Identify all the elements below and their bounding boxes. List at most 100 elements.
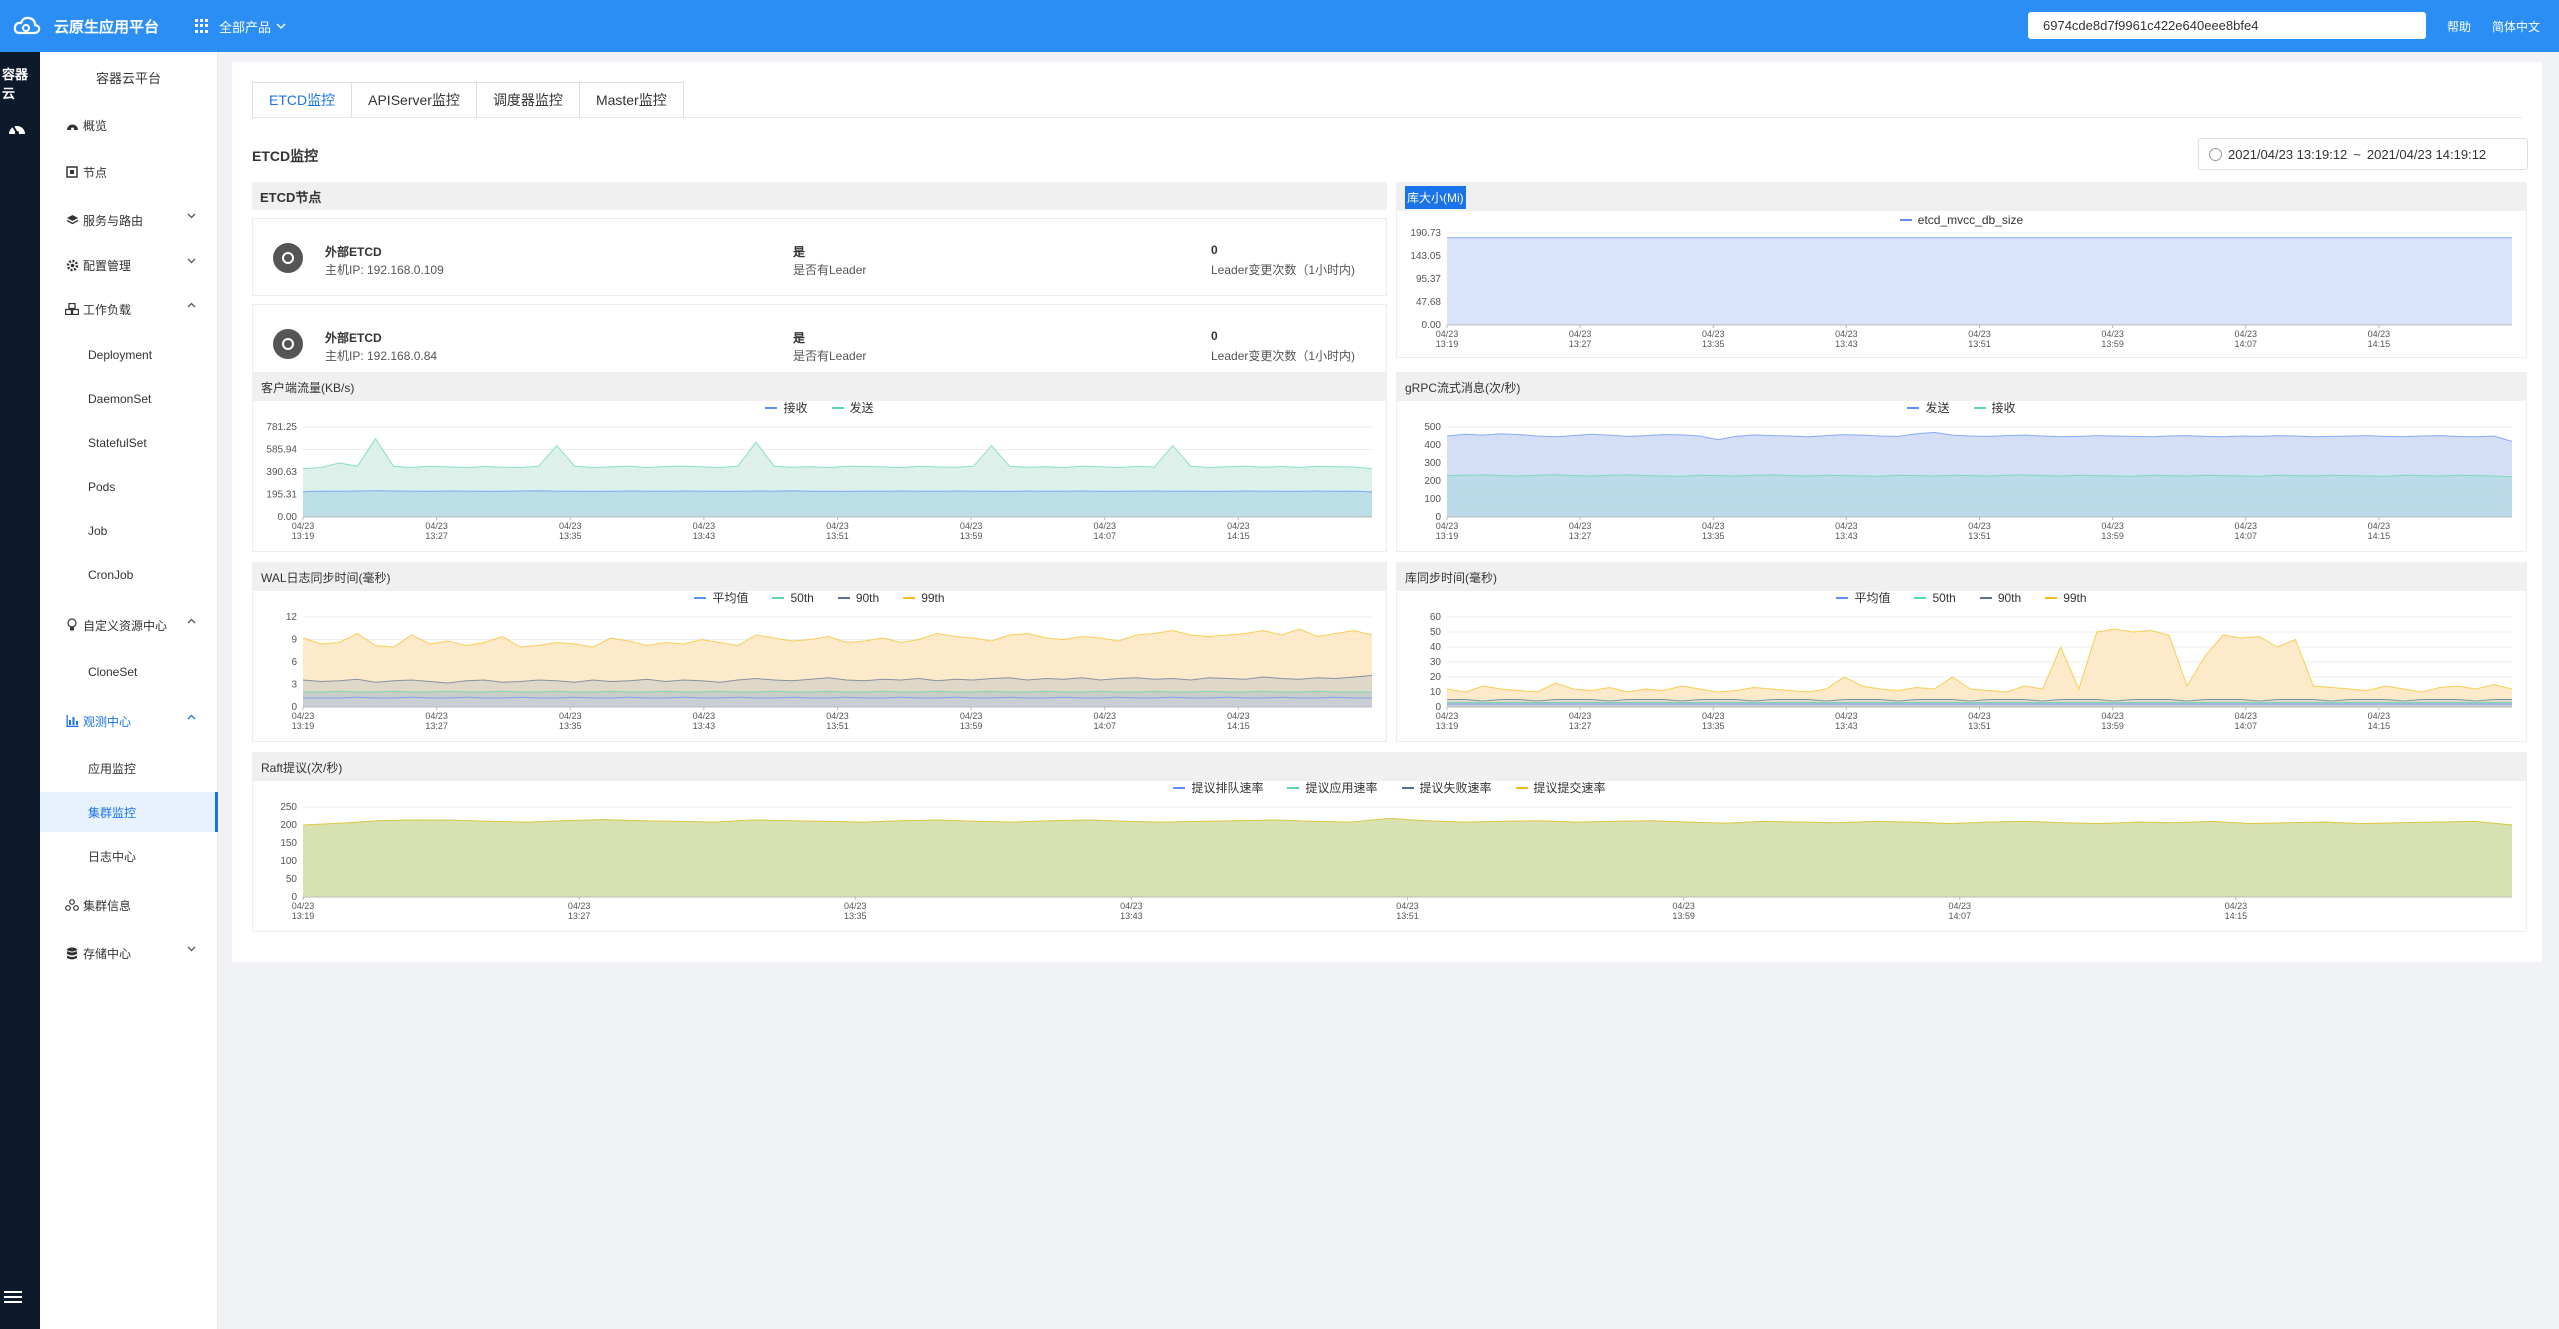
series-area [303, 697, 1372, 707]
gear-icon [64, 259, 80, 272]
node-name: 外部ETCD [325, 245, 382, 259]
y-tick-label: 781.25 [266, 422, 297, 433]
database-icon [64, 947, 80, 960]
brand-title: 云原生应用平台 [54, 18, 160, 36]
sidebar-item-observe-center[interactable]: 观测中心 [40, 701, 218, 741]
chevron-up-icon [187, 302, 196, 308]
chevron-up-icon [187, 714, 196, 720]
leader-changes-label: Leader变更次数（1小时内) [1211, 349, 1356, 363]
apps-grid-icon[interactable] [195, 19, 209, 33]
wal-fsync-chart-panel: WAL日志同步时间(毫秒) 平均值 50th 90th 99th 0 3 6 9 12 04/23… [252, 562, 1387, 742]
x-tick-date: 04/23 [1569, 329, 1592, 339]
has-leader-label: 是否有Leader [793, 349, 867, 363]
y-tick-label: 40 [1430, 642, 1442, 653]
sidebar-item-workloads[interactable]: 工作负载 [40, 289, 218, 329]
chart-svg: 010203040506004/2313:1904/2313:2704/2313… [1430, 612, 2513, 731]
x-tick-time: 14:15 [2225, 911, 2248, 921]
x-tick-time: 14:07 [2234, 531, 2257, 541]
x-tick-time: 13:19 [1436, 339, 1459, 349]
x-tick-date: 04/23 [559, 521, 582, 531]
y-tick-label: 400 [1424, 440, 1441, 451]
y-tick-label: 100 [1424, 494, 1441, 505]
tab-master[interactable]: Master监控 [578, 82, 684, 118]
search-input[interactable] [2028, 12, 2426, 39]
cloud-logo-icon[interactable] [0, 0, 54, 52]
x-tick-time: 13:27 [1569, 339, 1592, 349]
sidebar-item-overview[interactable]: 概览 [40, 105, 218, 145]
sidebar-item-app-monitor[interactable]: 应用监控 [40, 748, 218, 788]
help-link[interactable]: 帮助 [2447, 18, 2471, 35]
sidebar: 容器云平台 概览 节点 服务与路由 配置管理 工作负载 Deployment D… [40, 52, 218, 1329]
x-tick-time: 13:19 [292, 911, 315, 921]
chevron-down-icon [187, 258, 196, 264]
x-tick-date: 04/23 [960, 521, 983, 531]
sidebar-item-label: 服务与路由 [83, 213, 144, 228]
x-tick-date: 04/23 [1968, 329, 1991, 339]
y-tick-label: 190.73 [1410, 228, 1441, 239]
sidebar-item-storage[interactable]: 存储中心 [40, 933, 218, 973]
disk-icon [273, 329, 303, 359]
y-tick-label: 250 [280, 802, 297, 813]
x-tick-time: 14:07 [1093, 721, 1116, 731]
sidebar-item-crd-center[interactable]: 自定义资源中心 [40, 605, 218, 645]
cubes-icon [64, 303, 80, 315]
date-separator: ~ [2353, 146, 2361, 162]
x-tick-time: 13:43 [693, 721, 716, 731]
x-tick-time: 14:15 [2368, 531, 2391, 541]
sidebar-item-pods[interactable]: Pods [40, 467, 218, 507]
x-tick-date: 04/23 [1436, 711, 1459, 721]
hamburger-menu-icon[interactable] [4, 1290, 22, 1307]
x-tick-time: 14:15 [2368, 339, 2391, 349]
x-tick-time: 13:35 [844, 911, 867, 921]
date-range-picker[interactable]: 2021/04/23 13:19:12 ~ 2021/04/23 14:19:1… [2198, 138, 2528, 170]
sidebar-item-log-center[interactable]: 日志中心 [40, 836, 218, 876]
y-tick-label: 50 [1430, 627, 1442, 638]
x-tick-time: 14:15 [1227, 721, 1250, 731]
sidebar-item-job[interactable]: Job [40, 511, 218, 551]
db-size-chart-panel: 库大小(Mi) etcd_mvcc_db_size 0.00 47.68 95.37 1… [1396, 182, 2527, 358]
language-switch[interactable]: 简体中文 [2492, 18, 2540, 35]
date-start: 2021/04/23 13:19:12 [2228, 146, 2348, 162]
x-tick-date: 04/23 [292, 521, 315, 531]
x-tick-time: 13:27 [1569, 531, 1592, 541]
dashboard-icon[interactable] [7, 120, 27, 139]
sidebar-item-services[interactable]: 服务与路由 [40, 200, 218, 240]
x-tick-time: 13:27 [425, 721, 448, 731]
y-tick-label: 100 [280, 856, 297, 867]
sidebar-item-nodes[interactable]: 节点 [40, 152, 218, 192]
x-tick-date: 04/23 [568, 901, 591, 911]
chart-svg: 05010015020025004/2313:1904/2313:2704/23… [280, 802, 2513, 921]
section-title: ETCD监控 [252, 148, 319, 164]
series-area [1447, 237, 2512, 325]
x-tick-time: 13:59 [1672, 911, 1695, 921]
sidebar-item-cluster-monitor[interactable]: 集群监控 [40, 792, 218, 832]
y-tick-label: 30 [1430, 657, 1442, 668]
all-products-dropdown[interactable]: 全部产品 [219, 17, 286, 36]
leader-changes-value: 0 [1211, 329, 1218, 343]
sidebar-title: 容器云平台 [95, 71, 161, 86]
x-tick-date: 04/23 [693, 711, 716, 721]
raft-proposals-chart-panel: Raft提议(次/秒) 提议排队速率 提议应用速率 提议失败速率 提议提交速率 0 50 1… [252, 752, 2527, 932]
sidebar-item-cloneset[interactable]: CloneSet [40, 652, 218, 692]
chip-icon [64, 166, 80, 178]
sidebar-item-statefulset[interactable]: StatefulSet [40, 423, 218, 463]
x-tick-time: 13:59 [960, 531, 983, 541]
y-tick-label: 50 [286, 874, 298, 885]
x-tick-time: 13:35 [559, 721, 582, 731]
tab-apiserver[interactable]: APIServer监控 [351, 82, 477, 118]
sidebar-item-deployment[interactable]: Deployment [40, 335, 218, 375]
tab-scheduler[interactable]: 调度器监控 [475, 82, 580, 118]
sidebar-item-config[interactable]: 配置管理 [40, 245, 218, 285]
tab-etcd[interactable]: ETCD监控 [252, 82, 353, 118]
bulb-icon [64, 618, 80, 632]
x-tick-time: 13:43 [1835, 339, 1858, 349]
sidebar-item-cluster-info[interactable]: 集群信息 [40, 885, 218, 925]
product-rail: 容器云 [0, 52, 40, 1329]
sidebar-item-cronjob[interactable]: CronJob [40, 555, 218, 595]
x-tick-date: 04/23 [1436, 329, 1459, 339]
sidebar-item-daemonset[interactable]: DaemonSet [40, 379, 218, 419]
sidebar-item-label: 工作负载 [83, 302, 132, 317]
x-tick-time: 13:43 [1835, 721, 1858, 731]
node-ip: 主机IP: 192.168.0.84 [325, 349, 438, 363]
x-tick-time: 14:07 [1093, 531, 1116, 541]
